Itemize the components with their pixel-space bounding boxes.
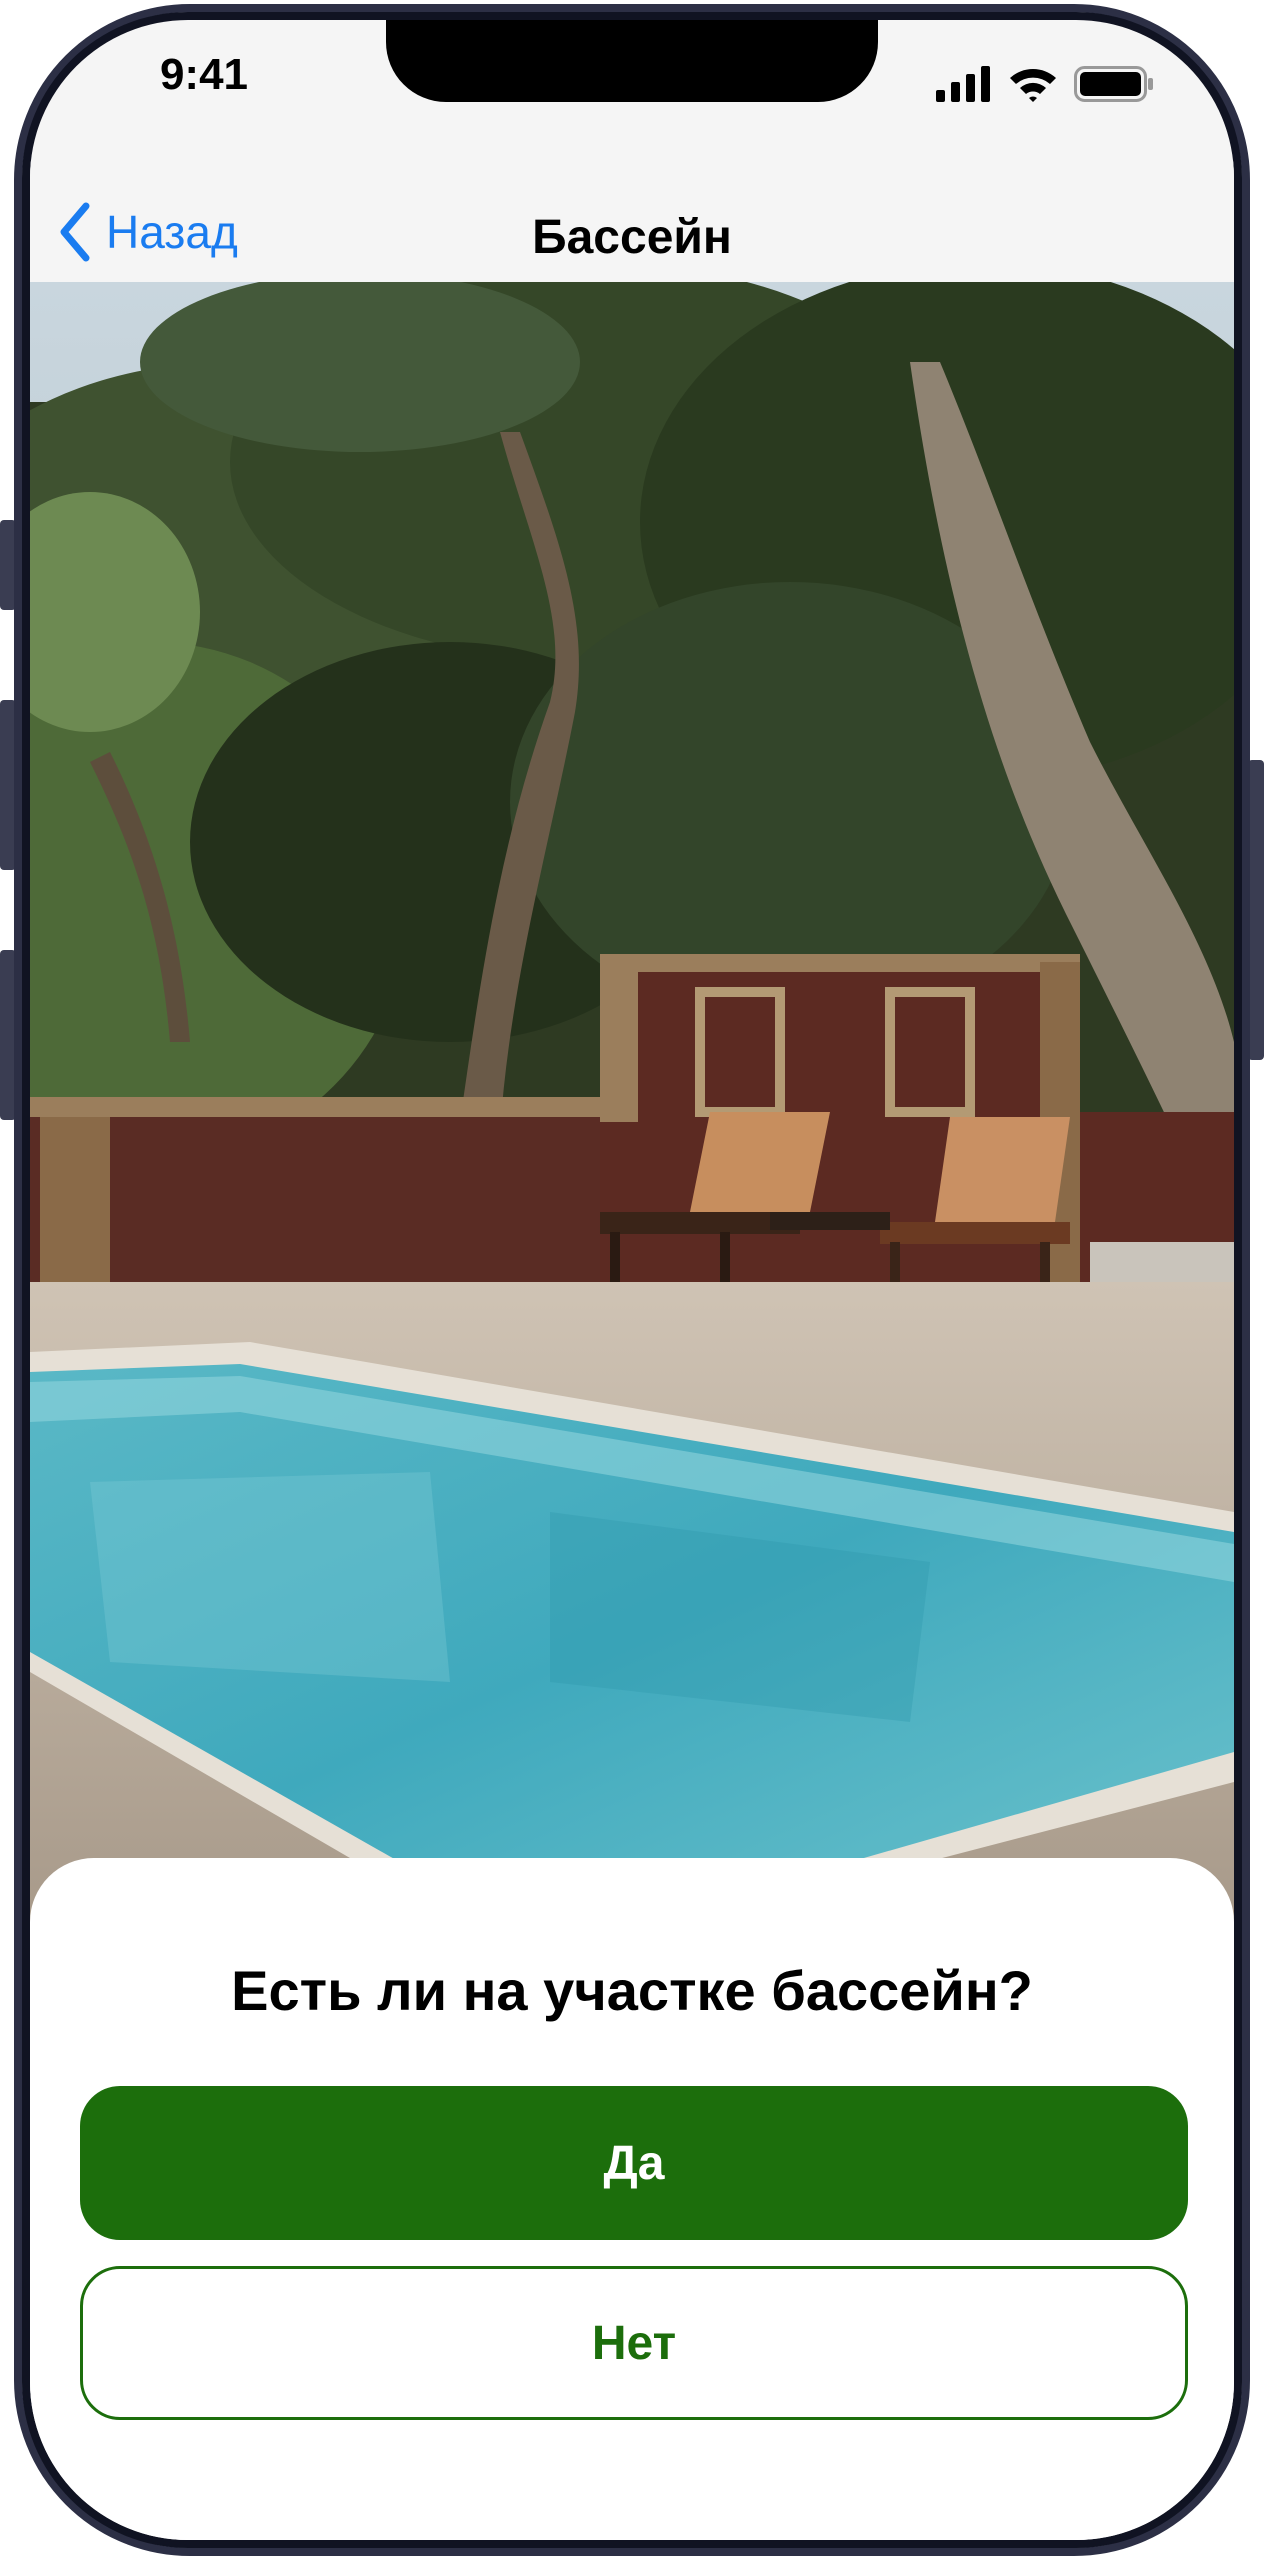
question-text: Есть ли на участке бассейн? xyxy=(231,1959,1033,2022)
cellular-signal-icon xyxy=(936,66,990,102)
nav-title: Бассейн xyxy=(532,211,732,264)
status-icons xyxy=(936,64,1154,104)
pool-photo xyxy=(30,282,1234,1922)
phone-screen: 9:41 Назад Бассейн Есть ли на участке ба… xyxy=(30,20,1234,2540)
power-button xyxy=(1248,760,1264,1060)
battery-icon xyxy=(1074,66,1153,102)
notch xyxy=(386,20,878,102)
navigation-bar: Назад Бассейн xyxy=(30,160,1234,270)
wifi-icon xyxy=(1010,69,1056,102)
no-button[interactable]: Нет xyxy=(80,2266,1188,2420)
status-time: 9:41 xyxy=(159,50,249,99)
question-sheet: Есть ли на участке бассейн? Да Нет xyxy=(30,1858,1234,2540)
yes-button[interactable]: Да xyxy=(80,2086,1188,2240)
